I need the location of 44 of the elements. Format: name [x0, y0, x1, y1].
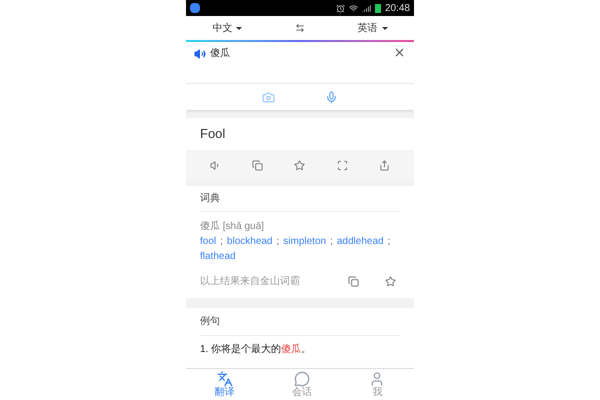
signal-icon	[362, 4, 371, 12]
input-text: 傻瓜	[210, 46, 230, 61]
translation-link[interactable]: fool	[200, 234, 216, 249]
result-word: Fool	[200, 125, 226, 144]
translation-link[interactable]: flathead	[200, 249, 236, 264]
microphone-icon[interactable]	[325, 90, 338, 104]
translate-icon	[216, 371, 233, 387]
translation-link[interactable]: blockhead	[226, 234, 272, 249]
star-icon[interactable]	[294, 160, 306, 170]
nav-tab[interactable]: 翻译	[214, 371, 235, 398]
chat-bubble-icon	[294, 371, 310, 387]
copy-icon[interactable]	[348, 276, 359, 286]
target-language-dropdown[interactable]: 英语	[358, 20, 388, 36]
translation-link[interactable]: addlehead	[336, 234, 384, 249]
copy-icon[interactable]	[252, 160, 264, 170]
user-icon	[369, 371, 386, 387]
speaker-icon[interactable]	[210, 160, 221, 170]
share-icon[interactable]	[379, 160, 390, 170]
translation-link[interactable]: simpleton	[283, 234, 326, 249]
alarm-icon	[336, 4, 345, 12]
section-title: 例句	[200, 315, 220, 329]
caret-icon	[236, 26, 242, 30]
swap-icon[interactable]	[294, 23, 305, 33]
source-language-dropdown[interactable]: 中文	[212, 20, 242, 36]
battery-icon	[374, 4, 381, 12]
app-icon	[190, 3, 200, 13]
speaker-icon[interactable]	[194, 48, 206, 60]
nav-tab[interactable]: 会话	[292, 371, 312, 398]
source-note: 以上结果来自金山词霸	[200, 274, 300, 288]
input-area[interactable]: 傻瓜	[186, 42, 414, 84]
wifi-icon	[348, 4, 358, 12]
separator: ;	[276, 235, 280, 249]
separator: ;	[330, 235, 333, 249]
caret-icon	[382, 26, 388, 30]
section-title: 词典	[200, 192, 220, 206]
star-icon[interactable]	[385, 276, 396, 286]
nav-tab[interactable]: 我	[369, 371, 386, 398]
close-icon[interactable]	[393, 46, 406, 59]
separator: ;	[220, 235, 223, 249]
fullscreen-icon[interactable]	[336, 160, 348, 170]
status-time: 20:48	[384, 2, 410, 16]
separator: ;	[388, 235, 390, 249]
pronunciation: 傻瓜 [shǎ guā]	[200, 220, 265, 234]
example-sentence: 1. 你将是个最大的傻瓜。	[200, 342, 312, 357]
